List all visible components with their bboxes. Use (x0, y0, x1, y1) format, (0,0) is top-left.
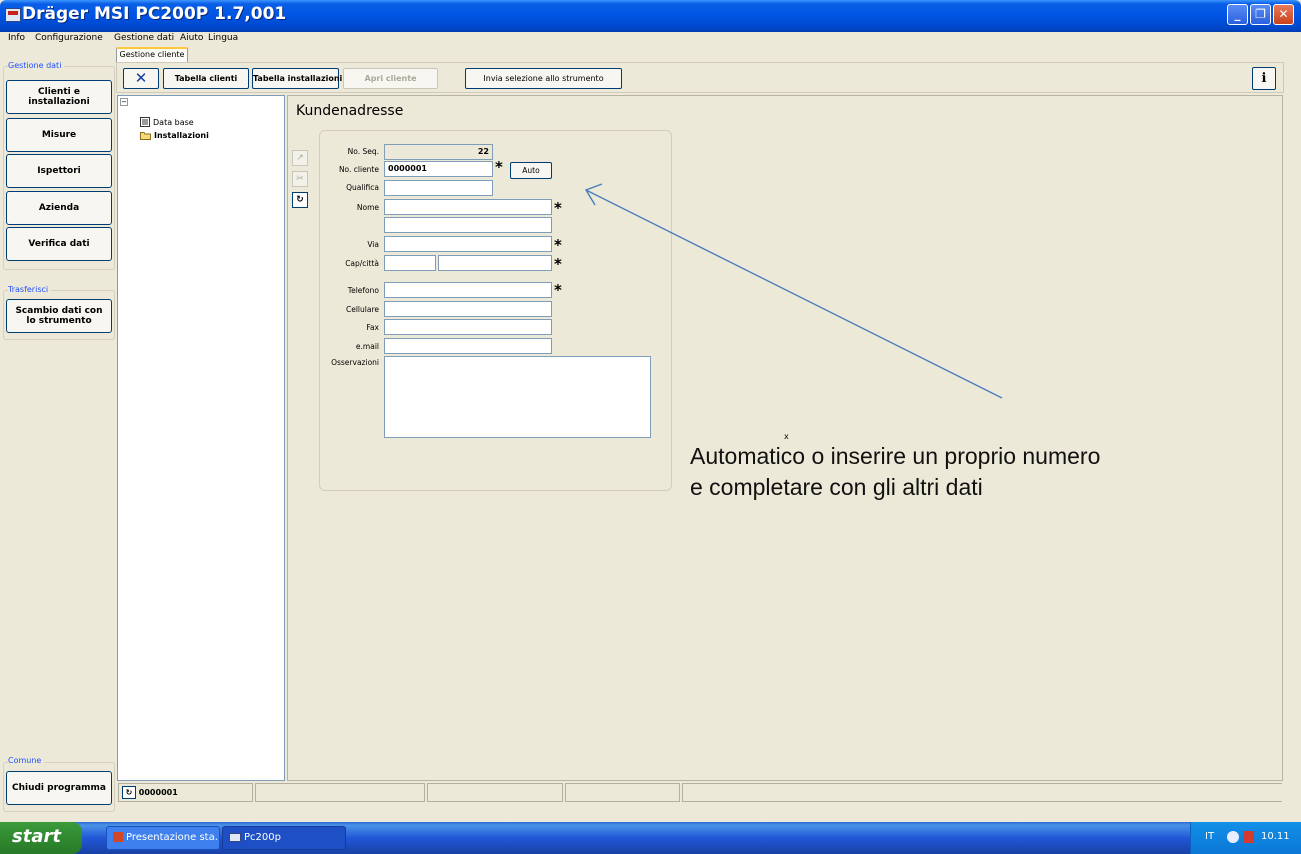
required-mark: * (495, 158, 503, 176)
seq-field: 22 (384, 144, 493, 160)
nav-azienda-button[interactable]: Azienda (6, 191, 112, 225)
form-title: Kundenadresse (296, 103, 404, 119)
status-bar: ↻ 0000001 (116, 783, 1284, 804)
annotation-text: Automatico o inserire un proprio numero … (690, 441, 1100, 503)
fax-input[interactable] (384, 319, 552, 335)
label-email: e.mail (355, 342, 379, 351)
powerpoint-icon (113, 832, 123, 842)
annotation-line-1: Automatico o inserire un proprio numero (690, 443, 1101, 469)
language-indicator[interactable]: IT (1205, 831, 1214, 842)
label-cellulare: Cellulare (346, 305, 379, 314)
menu-configurazione[interactable]: Configurazione (35, 32, 103, 44)
taskbar-item-presentazione[interactable]: Presentazione sta... (106, 826, 220, 850)
taskbar-item-label: Pc200p (244, 832, 281, 843)
qualifica-input[interactable] (384, 180, 493, 196)
menu-gestione-dati[interactable]: Gestione dati (114, 32, 174, 44)
tree-item-label: Installazioni (154, 131, 209, 140)
tree-collapse-icon[interactable]: − (120, 98, 128, 106)
nav-scambio-dati-button[interactable]: Scambio dati con lo strumento (6, 299, 112, 333)
nav-misure-button[interactable]: Misure (6, 118, 112, 152)
nome-input-1[interactable] (384, 199, 552, 215)
clock: 10.11 (1261, 831, 1290, 842)
status-cell (255, 783, 425, 802)
tabella-installazioni-button[interactable]: Tabella installazioni (252, 68, 342, 89)
auto-button[interactable]: Auto (510, 162, 552, 179)
label-fax: Fax (366, 323, 379, 332)
via-input[interactable] (384, 236, 552, 252)
citta-input[interactable] (438, 255, 552, 271)
label-telefono: Telefono (347, 286, 379, 295)
minimize-button[interactable]: _ (1227, 4, 1248, 25)
label-nome: Nome (356, 203, 379, 212)
email-input[interactable] (384, 338, 552, 354)
annotation-arrow (584, 183, 1003, 399)
status-cell (565, 783, 680, 802)
taskbar-item-pc200p[interactable]: Pc200p (222, 826, 346, 850)
status-record: 0000001 (138, 788, 178, 797)
maximize-button[interactable]: ❐ (1250, 4, 1271, 25)
status-cell (682, 783, 1282, 802)
cut-icon[interactable]: ✂ (292, 171, 308, 187)
invia-selezione-button[interactable]: Invia selezione allo strumento (465, 68, 622, 89)
app-icon (229, 832, 241, 842)
label-customer-no: No. cliente (338, 165, 379, 174)
nav-verifica-dati-button[interactable]: Verifica dati (6, 227, 112, 261)
edit-icon[interactable]: ↗ (292, 150, 308, 166)
customer-number-input[interactable]: 0000001 (384, 161, 493, 177)
app-icon[interactable] (5, 8, 21, 22)
nome-input-2[interactable] (384, 217, 552, 233)
label-qualifica: Qualifica (346, 183, 379, 192)
cellulare-input[interactable] (384, 301, 552, 317)
apri-cliente-button[interactable]: Apri cliente (343, 68, 438, 89)
tree-item-label: Data base (153, 117, 194, 127)
close-button[interactable]: ✕ (1273, 4, 1294, 25)
label-seq: No. Seq. (347, 147, 379, 156)
taskbar-item-label: Presentazione sta... (126, 832, 220, 843)
close-icon[interactable]: ✕ (123, 68, 159, 89)
label-via: Via (367, 240, 379, 249)
nav-clienti-installazioni-button[interactable]: Clienti e installazioni (6, 80, 112, 114)
nav-ispettori-button[interactable]: Ispettori (6, 154, 112, 188)
annotation-marker: x (784, 432, 789, 441)
security-icon[interactable] (1243, 831, 1254, 843)
label-osservazioni: Osservazioni (331, 358, 379, 367)
status-cell (427, 783, 563, 802)
tree-view[interactable]: − Data base Installazioni (117, 95, 285, 781)
menu-aiuto[interactable]: Aiuto (180, 32, 203, 44)
tabella-clienti-button[interactable]: Tabella clienti (163, 68, 249, 89)
group-label-gestione-dati: Gestione dati (8, 61, 65, 70)
menu-lingua[interactable]: Lingua (208, 32, 238, 44)
start-button[interactable]: start (0, 822, 82, 854)
status-record-cell: ↻ 0000001 (118, 783, 253, 802)
tree-item-database[interactable]: Data base (140, 117, 194, 127)
database-icon (140, 117, 150, 127)
start-label: start (12, 826, 61, 847)
annotation-line-2: e completare con gli altri dati (690, 474, 983, 500)
menu-bar: Info Configurazione Gestione dati Aiuto … (0, 32, 1301, 44)
system-tray: IT 10.11 (1190, 822, 1301, 854)
info-icon[interactable]: ℹ (1252, 67, 1276, 90)
group-label-comune: Comune (8, 756, 45, 765)
menu-info[interactable]: Info (8, 32, 25, 44)
tree-item-installazioni[interactable]: Installazioni (140, 131, 209, 140)
telefono-input[interactable] (384, 282, 552, 298)
refresh-icon[interactable]: ↻ (292, 192, 308, 208)
network-icon[interactable] (1227, 831, 1239, 843)
tab-gestione-cliente[interactable]: Gestione cliente (116, 47, 188, 62)
group-label-trasferisci: Trasferisci (8, 285, 52, 294)
refresh-icon[interactable]: ↻ (122, 786, 136, 799)
cap-input[interactable] (384, 255, 436, 271)
label-cap-citta: Cap/città (345, 259, 379, 268)
close-program-button[interactable]: Chiudi programma (6, 771, 112, 805)
folder-icon (140, 132, 151, 140)
window-title: Dräger MSI PC200P 1.7,001 (22, 4, 287, 24)
